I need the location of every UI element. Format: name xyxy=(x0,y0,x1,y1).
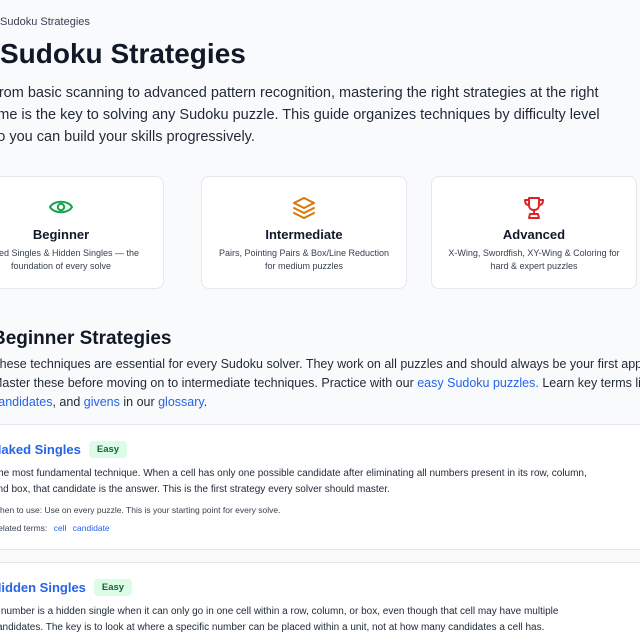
related-terms: Related terms: cell candidate xyxy=(0,523,110,533)
difficulty-badge: Easy xyxy=(93,579,133,596)
strategy-name-link[interactable]: Naked Singles xyxy=(0,442,81,457)
eye-icon xyxy=(0,195,163,219)
level-card-desc-line: X-Wing, Swordfish, XY-Wing & Coloring fo… xyxy=(448,248,620,258)
level-card-desc-line: foundation of every solve xyxy=(10,261,112,271)
easy-puzzles-link[interactable]: easy Sudoku puzzles. xyxy=(417,376,539,390)
related-term-candidate[interactable]: candidate xyxy=(73,523,110,533)
level-card-title: Beginner xyxy=(32,227,90,242)
level-card-intermediate[interactable]: Intermediate Pairs, Pointing Pairs & Box… xyxy=(201,176,407,289)
level-card-desc: Naked Singles & Hidden Singles — the fou… xyxy=(0,247,155,273)
intro-line: so you can build your skills progressive… xyxy=(0,129,255,145)
related-term-cell[interactable]: cell xyxy=(54,523,67,533)
strategy-name-link[interactable]: Hidden Singles xyxy=(0,580,86,595)
intro-paragraph: From basic scanning to advanced pattern … xyxy=(0,82,600,148)
strategy-description-line: The most fundamental technique. When a c… xyxy=(0,468,587,479)
layers-icon xyxy=(202,195,406,219)
section-intro-text: Learn key terms like xyxy=(542,376,640,390)
givens-link[interactable]: givens xyxy=(84,395,120,409)
section-intro-line: candidates, and givens in our glossary. xyxy=(0,393,640,412)
strategy-description-line: and box, that candidate is the answer. T… xyxy=(0,484,390,495)
section-intro-text: Master these before moving on to interme… xyxy=(0,376,418,390)
when-to-use: When to use: Use on every puzzle. This i… xyxy=(0,505,281,515)
level-card-title: Intermediate xyxy=(265,227,343,242)
level-card-desc-line: Pairs, Pointing Pairs & Box/Line Reducti… xyxy=(218,248,390,258)
level-card-desc: Pairs, Pointing Pairs & Box/Line Reducti… xyxy=(210,247,398,273)
level-card-desc: X-Wing, Swordfish, XY-Wing & Coloring fo… xyxy=(440,247,628,273)
strategy-header: Hidden Singles Easy xyxy=(0,579,133,596)
breadcrumb[interactable]: Sudoku Strategies xyxy=(0,16,90,28)
level-card-advanced[interactable]: Advanced X-Wing, Swordfish, XY-Wing & Co… xyxy=(431,176,637,289)
page-title: Sudoku Strategies xyxy=(0,38,246,69)
section-intro-line: These techniques are essential for every… xyxy=(0,357,640,371)
section-intro-text: , and xyxy=(52,395,84,409)
section-intro: These techniques are essential for every… xyxy=(0,355,640,412)
section-intro-text: . xyxy=(203,395,208,409)
candidates-link[interactable]: candidates xyxy=(0,395,52,409)
level-card-desc-line: for medium puzzles xyxy=(264,261,344,271)
level-card-title: Advanced xyxy=(502,227,566,242)
level-card-desc-line: Naked Singles & Hidden Singles — the xyxy=(0,248,140,258)
section-intro-text: in our xyxy=(119,395,159,409)
section-intro-line: Master these before moving on to interme… xyxy=(0,374,640,393)
strategy-header: Naked Singles Easy xyxy=(0,441,128,458)
strategy-description: A number is a hidden single when it can … xyxy=(0,604,640,636)
section-title: Beginner Strategies xyxy=(0,328,172,349)
strategy-card-hidden-singles: Hidden Singles Easy A number is a hidden… xyxy=(0,562,640,640)
level-card-beginner[interactable]: Beginner Naked Singles & Hidden Singles … xyxy=(0,176,164,289)
strategy-description-line: candidates. The key is to look at where … xyxy=(0,622,545,633)
strategy-card-naked-singles: Naked Singles Easy The most fundamental … xyxy=(0,424,640,550)
page-viewport: Sudoku Strategies Sudoku Strategies From… xyxy=(0,0,640,640)
difficulty-badge: Easy xyxy=(88,441,128,458)
related-terms-label: Related terms: xyxy=(0,523,48,533)
intro-line: time is the key to solving any Sudoku pu… xyxy=(0,107,600,123)
level-card-desc-line: hard & expert puzzles xyxy=(490,261,578,271)
trophy-icon xyxy=(432,195,636,219)
strategy-description: The most fundamental technique. When a c… xyxy=(0,466,640,498)
glossary-link[interactable]: glossary xyxy=(158,395,204,409)
intro-line: From basic scanning to advanced pattern … xyxy=(0,85,599,101)
strategy-description-line: A number is a hidden single when it can … xyxy=(0,606,559,617)
